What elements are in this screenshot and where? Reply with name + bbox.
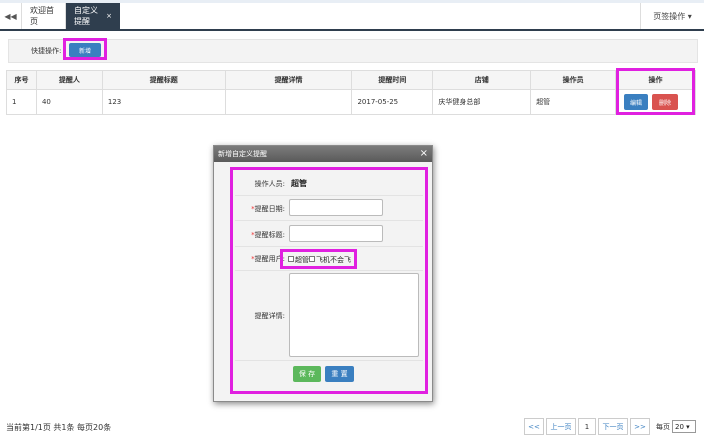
detail-label: 提醒详情: (254, 312, 285, 320)
add-button[interactable]: 新增 (69, 43, 101, 57)
cell-index: 1 (6, 89, 37, 115)
date-label-text: 提醒日期: (254, 205, 285, 213)
col-header-person: 提醒人 (35, 70, 103, 90)
form-row-operator: 操作人员: 超管 (235, 172, 423, 196)
dialog-title: 新增自定义提醒 (218, 150, 267, 158)
operator-label: 操作人员: (254, 180, 285, 188)
tab-ops-dropdown[interactable]: 页签操作 ▾ (640, 3, 704, 29)
title-label: *提醒标题: (235, 230, 285, 240)
title-input[interactable] (289, 225, 383, 242)
cell-detail (224, 89, 353, 115)
edit-button[interactable]: 编辑 (624, 94, 648, 110)
col-header-time: 提醒时间 (351, 70, 434, 90)
reset-button[interactable]: 重 置 (325, 366, 354, 382)
cell-store: 庆华健身总部 (432, 89, 532, 115)
save-button[interactable]: 保 存 (293, 366, 321, 382)
user-checkbox-feiji[interactable] (309, 256, 315, 262)
table-row: 1 40 123 2017-05-25 庆华健身总部 超管 (6, 89, 696, 115)
date-input[interactable] (289, 199, 383, 216)
last-page-button[interactable]: >> (630, 418, 650, 435)
col-header-store: 店铺 (432, 70, 532, 90)
title-label-text: 提醒标题: (254, 231, 285, 239)
user-option-admin: 超管 (295, 256, 309, 264)
delete-button[interactable]: 删除 (652, 94, 678, 110)
cell-title: 123 (101, 89, 226, 115)
tab-scroll-left-icon[interactable]: ◀◀ (0, 3, 22, 29)
user-checkbox-admin[interactable] (288, 256, 294, 262)
quick-operations-bar: 快捷操作: (8, 39, 698, 63)
form-row-detail: 提醒详情: (235, 271, 423, 361)
col-header-index: 序号 (6, 70, 37, 90)
quick-operations-label: 快捷操作: (31, 47, 62, 55)
date-label: *提醒日期: (235, 204, 285, 214)
cell-person: 40 (35, 89, 103, 115)
tab-custom-reminder-label: 自定义提醒 (74, 6, 98, 26)
pagination-info: 当前第1/1页 共1条 每页20条 (6, 423, 112, 432)
user-option-feiji: 飞机不会飞 (316, 256, 351, 264)
close-icon[interactable]: × (420, 148, 428, 160)
dialog-title-bar[interactable]: 新增自定义提醒 × (214, 146, 432, 162)
tab-home[interactable]: 欢迎首页 (22, 3, 66, 29)
cell-operator: 超管 (530, 89, 617, 115)
col-header-detail: 提醒详情 (224, 70, 353, 90)
cell-time: 2017-05-25 (351, 89, 434, 115)
first-page-button[interactable]: << (524, 418, 544, 435)
table-header-row: 序号 提醒人 提醒标题 提醒详情 提醒时间 店铺 操作员 操作 (6, 70, 696, 90)
col-header-operator: 操作员 (530, 70, 617, 90)
operator-value: 超管 (291, 179, 307, 188)
reminder-table: 序号 提醒人 提醒标题 提醒详情 提醒时间 店铺 操作员 操作 1 40 123… (6, 70, 696, 115)
tab-bar: ◀◀ 欢迎首页 自定义提醒 × 页签操作 ▾ (0, 3, 704, 31)
form-row-date: *提醒日期: (235, 196, 423, 221)
form-row-title: *提醒标题: (235, 221, 423, 247)
current-page[interactable]: 1 (578, 418, 596, 435)
close-icon[interactable]: × (106, 12, 112, 20)
prev-page-button[interactable]: 上一页 (546, 418, 576, 435)
per-page-label: 每页 (656, 423, 670, 431)
users-label: *提醒用户: (235, 254, 285, 264)
per-page-select[interactable]: 20 ▾ (672, 420, 696, 433)
next-page-button[interactable]: 下一页 (598, 418, 628, 435)
tab-custom-reminder[interactable]: 自定义提醒 × (66, 3, 120, 29)
col-header-title: 提醒标题 (101, 70, 226, 90)
detail-textarea[interactable] (289, 273, 419, 357)
